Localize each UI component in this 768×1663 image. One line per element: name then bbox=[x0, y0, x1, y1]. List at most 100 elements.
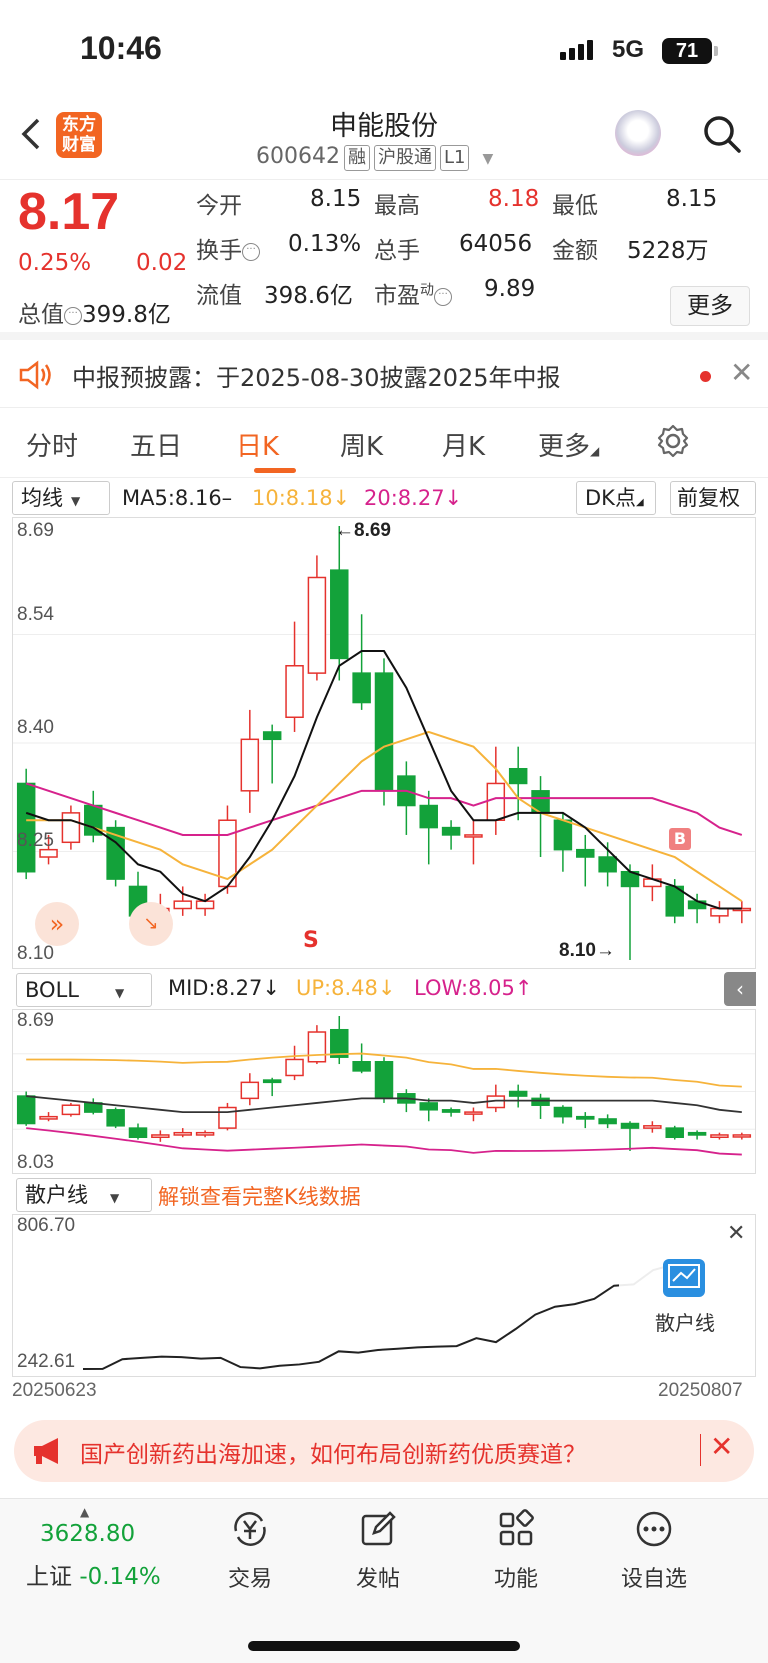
speaker-icon bbox=[18, 360, 54, 394]
stock-code-row[interactable]: 600642 融沪股通 L1 ▼ bbox=[256, 144, 493, 171]
close-icon[interactable]: ✕ bbox=[727, 1221, 745, 1246]
trade-button[interactable]: 交易 bbox=[200, 1509, 300, 1593]
volume-label: 总手 bbox=[374, 238, 420, 264]
retail-badge-panel[interactable]: ✕ 散户线 bbox=[619, 1215, 755, 1375]
post-label: 发帖 bbox=[355, 1567, 400, 1592]
promo-banner[interactable]: 国产创新药出海加速，如何布局创新药优质赛道？ ✕ bbox=[14, 1420, 754, 1482]
sell-signal[interactable]: S bbox=[303, 928, 319, 953]
post-button[interactable]: 发帖 bbox=[328, 1509, 428, 1593]
ma-legend-row: 均线 ▼ MA5:8.16– 10:8.18↓ 20:8.27↓ DK点◢ 前复权 bbox=[0, 480, 768, 516]
candle bbox=[262, 1079, 282, 1084]
zoom-icon[interactable]: ↘ bbox=[129, 902, 173, 946]
boll-low: LOW:8.05↑ bbox=[414, 976, 533, 1000]
candle bbox=[441, 1109, 461, 1113]
close-icon[interactable]: ✕ bbox=[710, 1430, 733, 1463]
tag-connect: 沪股通 bbox=[373, 145, 436, 171]
robot-assistant-icon[interactable] bbox=[615, 110, 661, 156]
functions-button[interactable]: 功能 bbox=[466, 1509, 566, 1593]
network-label: 5G bbox=[612, 36, 645, 63]
tab-intraday[interactable]: 分时 bbox=[26, 426, 78, 463]
boll-mid-line bbox=[26, 1095, 742, 1113]
search-icon[interactable] bbox=[702, 114, 742, 154]
ma10-value: 10:8.18↓ bbox=[252, 486, 351, 510]
low-label: 最低 bbox=[552, 193, 598, 219]
buy-signal[interactable]: B bbox=[669, 828, 691, 850]
candle bbox=[553, 1106, 573, 1118]
home-indicator bbox=[248, 1641, 520, 1651]
candle bbox=[441, 826, 461, 836]
more-button[interactable]: 更多 bbox=[670, 286, 750, 326]
tab-weekly-k[interactable]: 周K bbox=[340, 426, 383, 463]
ma5-value: MA5:8.16– bbox=[122, 486, 233, 510]
tag-margin: 融 bbox=[343, 145, 370, 171]
index-value[interactable]: 3628.80 bbox=[40, 1521, 135, 1547]
tab-five-day[interactable]: 五日 bbox=[130, 426, 182, 463]
candle bbox=[330, 1028, 349, 1058]
signal-icon bbox=[560, 40, 596, 60]
candle bbox=[374, 1061, 394, 1100]
candle bbox=[173, 900, 192, 910]
add-watchlist-label: 设自选 bbox=[620, 1567, 687, 1592]
open-value: 8.15 bbox=[310, 186, 362, 212]
add-watchlist-button[interactable]: 设自选 bbox=[604, 1509, 704, 1593]
trade-label: 交易 bbox=[227, 1567, 272, 1592]
candle bbox=[710, 907, 729, 917]
info-icon[interactable]: ··· bbox=[64, 307, 82, 325]
candle bbox=[195, 900, 215, 910]
low-marker: 8.10→ bbox=[559, 940, 615, 961]
tab-daily-k[interactable]: 日K bbox=[236, 426, 279, 463]
pe-label: 市盈动 ··· bbox=[374, 276, 452, 310]
boll-chart[interactable]: 8.69 8.03 bbox=[12, 1009, 756, 1174]
index-row[interactable]: 上证 -0.14% bbox=[26, 1557, 161, 1591]
candle bbox=[665, 1127, 684, 1139]
candle bbox=[240, 1081, 260, 1100]
turnover-label-text: 换手 bbox=[196, 238, 242, 264]
dk-point-button[interactable]: DK点◢ bbox=[576, 481, 656, 515]
stock-code: 600642 bbox=[256, 144, 340, 169]
current-price: 8.17 bbox=[18, 183, 120, 241]
boll-select[interactable]: BOLL ▼ bbox=[16, 973, 152, 1007]
retail-y-bottom: 242.61 bbox=[17, 1351, 76, 1372]
y-axis-bottom: 8.10 bbox=[17, 943, 54, 964]
expand-arrows-icon[interactable]: » bbox=[35, 902, 79, 946]
tab-more[interactable]: 更多◢ bbox=[538, 426, 599, 463]
tab-monthly-k[interactable]: 月K bbox=[442, 426, 485, 463]
adjust-button[interactable]: 前复权 bbox=[670, 481, 756, 515]
total-cap: 总值 ··· 399.8亿 bbox=[18, 295, 171, 329]
gear-icon[interactable] bbox=[656, 424, 690, 462]
y-axis-3: 8.25 bbox=[17, 830, 54, 851]
unlock-kline-link[interactable]: 解锁查看完整K线数据 bbox=[158, 1181, 361, 1211]
indicator-select[interactable]: 均线 ▼ bbox=[12, 481, 110, 515]
kline-chart[interactable]: 8.69 8.54 8.40 8.25 8.10 ←8.69 8.10→ S B… bbox=[12, 517, 756, 969]
tab-more-label: 更多 bbox=[538, 432, 591, 462]
candle bbox=[508, 767, 528, 785]
candle bbox=[61, 812, 81, 844]
candle bbox=[173, 1131, 192, 1136]
ma20-line bbox=[25, 782, 743, 836]
divider bbox=[700, 1434, 701, 1466]
kline-svg[interactable] bbox=[13, 518, 755, 968]
retail-select[interactable]: 散户线 ▼ bbox=[16, 1178, 152, 1212]
candle bbox=[508, 1090, 528, 1097]
active-tab-indicator bbox=[254, 468, 296, 473]
float-value: 398.6亿 bbox=[264, 283, 353, 309]
amount-label: 金额 bbox=[552, 238, 598, 264]
change-percent: 0.25% bbox=[18, 250, 92, 276]
info-icon[interactable]: ··· bbox=[434, 288, 452, 306]
candle bbox=[285, 1058, 304, 1077]
amount-value: 5228万 bbox=[627, 238, 709, 264]
notice-bar[interactable]: 中报预披露：于2025-08-30披露2025年中报 ✕ bbox=[0, 342, 768, 408]
candle bbox=[576, 1115, 595, 1120]
battery-tip bbox=[714, 46, 718, 56]
pe-sup: 动 bbox=[420, 282, 434, 299]
collapse-panel-icon[interactable]: ‹ bbox=[724, 972, 756, 1006]
retail-select-label: 散户线 bbox=[25, 1183, 88, 1207]
promo-text: 国产创新药出海加速，如何布局创新药优质赛道？ bbox=[80, 1442, 586, 1468]
candle bbox=[195, 1131, 215, 1136]
info-icon[interactable]: ··· bbox=[242, 243, 260, 261]
candle bbox=[352, 672, 371, 704]
retail-chart[interactable]: 806.70 242.61 ✕ 散户线 bbox=[12, 1214, 756, 1377]
candle bbox=[16, 782, 36, 873]
close-icon[interactable]: ✕ bbox=[730, 356, 753, 389]
caret-up-icon: ▲ bbox=[80, 1505, 90, 1519]
